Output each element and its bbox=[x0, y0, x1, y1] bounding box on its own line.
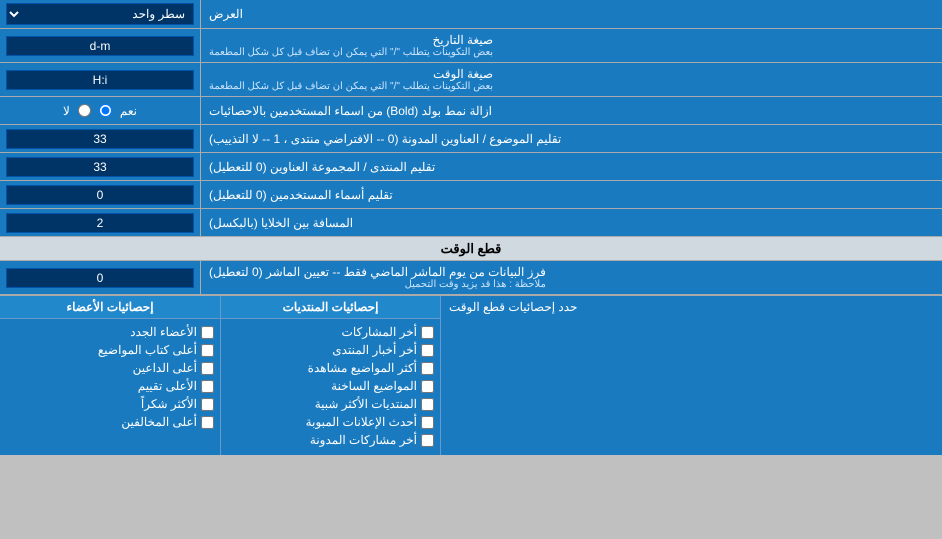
days-filter-note: ملاحظة : هذا قد يزيد وقت التحميل bbox=[209, 279, 546, 290]
bold-radio-cell: نعم لا bbox=[0, 97, 200, 124]
cutoff-section-header: قطع الوقت bbox=[0, 237, 942, 261]
checkbox-mawadeeh-sakhena[interactable] bbox=[421, 380, 434, 393]
days-filter-label: فرز البيانات من يوم الماشر الماضي فقط --… bbox=[200, 261, 942, 294]
date-format-label: صيغة التاريخ بعض التكوينات يتطلب "/" الت… bbox=[200, 29, 942, 62]
bold-yes-label: نعم bbox=[120, 104, 137, 118]
checkbox-aala-taqyeem[interactable] bbox=[201, 380, 214, 393]
username-trim-label: تقليم أسماء المستخدمين (0 للتعطيل) bbox=[200, 181, 942, 208]
days-filter-input-cell bbox=[0, 261, 200, 294]
checkbox-aala-daaeen[interactable] bbox=[201, 362, 214, 375]
list-item: أخر أخبار المنتدى bbox=[227, 341, 434, 359]
list-item: المواضيع الساخنة bbox=[227, 377, 434, 395]
days-filter-title: فرز البيانات من يوم الماشر الماضي فقط --… bbox=[209, 265, 546, 279]
subject-trim-input-cell bbox=[0, 125, 200, 152]
checkbox-akthar-kutab[interactable] bbox=[201, 344, 214, 357]
checkbox-aala-mukhalifeen[interactable] bbox=[201, 416, 214, 429]
list-item: أكثر المواضيع مشاهدة bbox=[227, 359, 434, 377]
display-select[interactable]: سطر واحد سطرين bbox=[6, 3, 194, 25]
display-input[interactable]: سطر واحد سطرين bbox=[0, 0, 200, 28]
bold-yes-radio[interactable] bbox=[99, 104, 112, 117]
stats-section-label: حدد إحصائيات قطع الوقت bbox=[440, 296, 942, 455]
checkbox-akhar-mosharikat-mudawana[interactable] bbox=[421, 434, 434, 447]
days-filter-field[interactable] bbox=[6, 268, 194, 288]
cell-spacing-label: المسافة بين الخلايا (بالبكسل) bbox=[200, 209, 942, 236]
checkbox-akhar-akhbar[interactable] bbox=[421, 344, 434, 357]
stats-col1-header: إحصائيات المنتديات bbox=[221, 296, 440, 319]
checkbox-akthar-shukran[interactable] bbox=[201, 398, 214, 411]
stats-col1-items: أخر المشاركات أخر أخبار المنتدى أكثر الم… bbox=[221, 319, 440, 453]
list-item: أخر المشاركات bbox=[227, 323, 434, 341]
list-item: الأكثر شكراً bbox=[6, 395, 214, 413]
list-item: أحدث الإعلانات المبوبة bbox=[227, 413, 434, 431]
checkbox-aada-jodod[interactable] bbox=[201, 326, 214, 339]
checkbox-akhar-mosharakat[interactable] bbox=[421, 326, 434, 339]
stats-col2-header: إحصائيات الأعضاء bbox=[0, 296, 220, 319]
forum-trim-label: تقليم المنتدى / المجموعة العناوين (0 للت… bbox=[200, 153, 942, 180]
cell-spacing-input-cell bbox=[0, 209, 200, 236]
checkbox-ahdat-ilanat[interactable] bbox=[421, 416, 434, 429]
date-format-hint: بعض التكوينات يتطلب "/" التي يمكن ان تضا… bbox=[209, 47, 493, 58]
username-trim-field[interactable] bbox=[6, 185, 194, 205]
list-item: أخر مشاركات المدونة bbox=[227, 431, 434, 449]
time-format-input-cell bbox=[0, 63, 200, 96]
list-item: أعلى الداعين bbox=[6, 359, 214, 377]
bold-no-radio[interactable] bbox=[78, 104, 91, 117]
date-format-title: صيغة التاريخ bbox=[209, 33, 493, 47]
stats-col2-items: الأعضاء الجدد أعلى كتاب المواضيع أعلى ال… bbox=[0, 319, 220, 435]
list-item: أعلى كتاب المواضيع bbox=[6, 341, 214, 359]
time-format-hint: بعض التكوينات يتطلب "/" التي يمكن ان تضا… bbox=[209, 81, 493, 92]
time-format-field[interactable] bbox=[6, 70, 194, 90]
cell-spacing-field[interactable] bbox=[6, 213, 194, 233]
date-format-field[interactable] bbox=[6, 36, 194, 56]
time-format-label: صيغة الوقت بعض التكوينات يتطلب "/" التي … bbox=[200, 63, 942, 96]
username-trim-input-cell bbox=[0, 181, 200, 208]
bold-label: ازالة نمط بولد (Bold) من اسماء المستخدمي… bbox=[200, 97, 942, 124]
date-format-input-cell bbox=[0, 29, 200, 62]
checkbox-muntadiiyat-shabiya[interactable] bbox=[421, 398, 434, 411]
time-format-title: صيغة الوقت bbox=[209, 67, 493, 81]
subject-trim-field[interactable] bbox=[6, 129, 194, 149]
checkbox-akthar-moshahada[interactable] bbox=[421, 362, 434, 375]
list-item: الأعلى تقييم bbox=[6, 377, 214, 395]
bold-no-label: لا bbox=[63, 104, 70, 118]
forum-trim-input-cell bbox=[0, 153, 200, 180]
list-item: المنتديات الأكثر شبية bbox=[227, 395, 434, 413]
display-label: line-display العرض bbox=[200, 0, 942, 28]
list-item: أعلى المخالفين bbox=[6, 413, 214, 431]
forum-trim-field[interactable] bbox=[6, 157, 194, 177]
list-item: الأعضاء الجدد bbox=[6, 323, 214, 341]
subject-trim-label: تقليم الموضوع / العناوين المدونة (0 -- ا… bbox=[200, 125, 942, 152]
